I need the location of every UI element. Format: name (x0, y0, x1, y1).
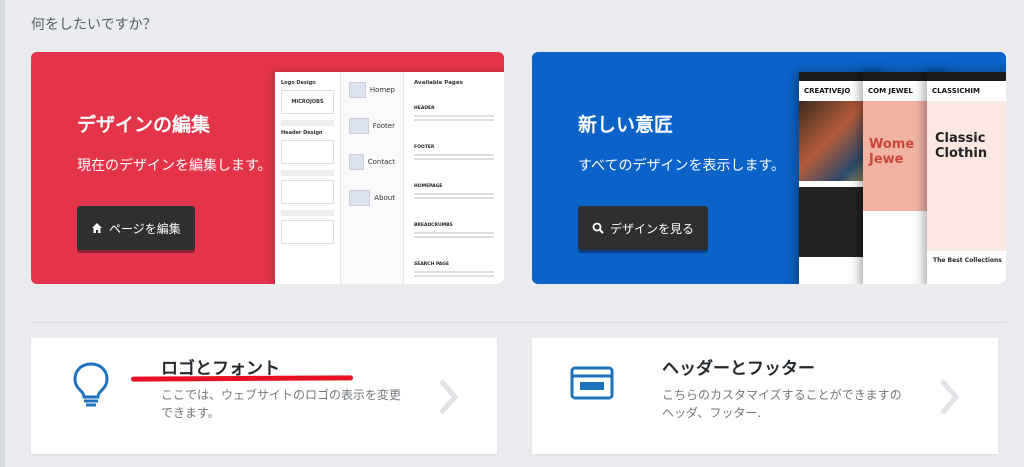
edit-design-title: デザインの編集 (77, 114, 211, 136)
preview-page-row: BREADCRUMBS (414, 211, 501, 238)
preview-page-row: FOOTER (414, 133, 501, 160)
header-footer-description: こちらのカスタマイズすることができますのヘッダ、フッター. (662, 388, 902, 420)
preview-page-item: Footer (349, 118, 395, 134)
chevron-right-icon (940, 379, 960, 415)
page-design-preview: Logo Design MICROJOBS Header Design Home… (275, 72, 504, 284)
edit-design-description: 現在のデザインを編集します。 (77, 158, 272, 174)
preview-page-row: SEARCH PAGE (414, 250, 501, 277)
section-divider (31, 322, 1006, 323)
preview-page-row: HEADER (414, 94, 501, 121)
edit-page-button[interactable]: ページを編集 (77, 206, 195, 250)
preview-header-design-label: Header Design (281, 130, 323, 136)
home-icon (92, 223, 102, 233)
edit-page-button-label: ページを編集 (109, 221, 181, 236)
preview-page-row: HOMEPAGE (414, 172, 501, 199)
preview-logo-design-label: Logo Design (281, 80, 316, 86)
preview-page-item: Contact (349, 154, 395, 170)
red-underline-annotation (130, 375, 354, 382)
new-design-card[interactable]: 新しい意匠 すべてのデザインを表示します。 デザインを見る CREATIVEJO… (532, 52, 1006, 284)
view-designs-button-label: デザインを見る (610, 221, 695, 236)
edit-design-card[interactable]: デザインの編集 現在のデザインを編集します。 ページを編集 Logo Desig… (31, 52, 504, 284)
logo-font-card[interactable]: ロゴとフォント ここでは、ウェブサイトのロゴの表示を変更できます。 (31, 338, 497, 454)
header-footer-title: ヘッダーとフッター (662, 359, 815, 379)
left-edge-bar (0, 0, 5, 467)
lightbulb-icon (73, 362, 109, 407)
preview-logo-text: MICROJOBS (291, 99, 324, 105)
view-designs-button[interactable]: デザインを見る (578, 206, 708, 250)
chevron-right-icon (439, 379, 459, 415)
new-design-description: すべてのデザインを表示します。 (578, 158, 786, 174)
preview-page-item: Homep (349, 82, 395, 98)
new-design-title: 新しい意匠 (578, 114, 674, 136)
preview-page-item: About (349, 190, 395, 206)
header-footer-card[interactable]: ヘッダーとフッター こちらのカスタマイズすることができますのヘッダ、フッター. (532, 338, 998, 454)
header-footer-icon (570, 366, 614, 400)
template-logo: CLASSICHIM (932, 87, 980, 95)
page-heading: 何をしたいですか？ (31, 17, 157, 33)
template-caption: The Best Collections (933, 257, 1002, 264)
search-icon (592, 222, 604, 234)
template-preview-classic: CLASSICHIM Classic Clothin The Best Coll… (927, 72, 1006, 284)
logo-font-description: ここでは、ウェブサイトのロゴの表示を変更できます。 (161, 388, 402, 420)
preview-available-pages-label: Available Pages (414, 80, 463, 86)
template-headline: Classic Clothin (935, 131, 988, 161)
